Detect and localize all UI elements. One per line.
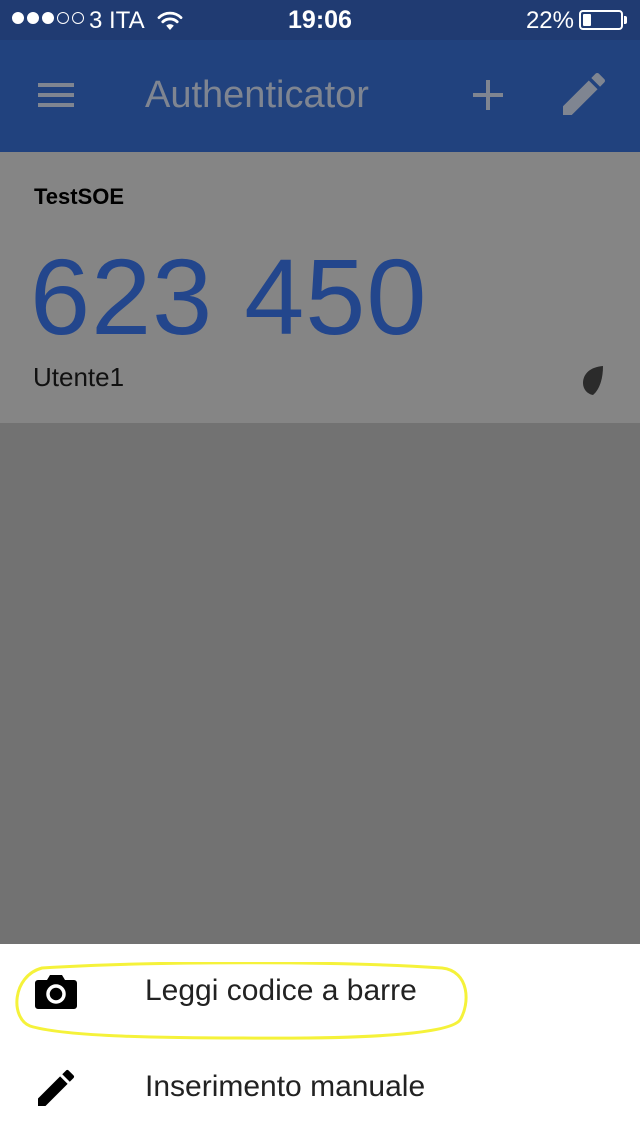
- battery-tip: [624, 16, 627, 24]
- manual-entry-label: Inserimento manuale: [145, 1070, 426, 1103]
- menu-icon: [38, 83, 74, 107]
- menu-button[interactable]: [28, 66, 84, 122]
- otp-code: 623 450: [30, 236, 428, 357]
- app-bar: Authenticator: [0, 40, 640, 152]
- add-icon: [473, 80, 503, 110]
- status-bar: 3 ITA 19:06 22%: [0, 0, 640, 40]
- account-card[interactable]: TestSOE 623 450 Utente1: [0, 152, 640, 423]
- battery-icon: [579, 10, 623, 30]
- edit-icon: [563, 72, 606, 115]
- add-account-button[interactable]: [460, 66, 516, 122]
- app-title: Authenticator: [145, 74, 369, 116]
- countdown-timer-icon: [582, 366, 604, 401]
- camera-icon: [32, 968, 80, 1016]
- scan-barcode-label: Leggi codice a barre: [145, 974, 417, 1007]
- account-issuer: TestSOE: [34, 184, 125, 209]
- pencil-icon: [32, 1064, 80, 1112]
- manual-entry-option[interactable]: Inserimento manuale: [0, 1040, 640, 1136]
- account-name: Utente1: [33, 362, 125, 392]
- battery-level-fill: [583, 14, 591, 26]
- add-account-sheet: Leggi codice a barre Inserimento manuale: [0, 944, 640, 1136]
- edit-button[interactable]: [556, 66, 612, 122]
- scan-barcode-option[interactable]: Leggi codice a barre: [0, 944, 640, 1040]
- battery-percentage: 22%: [525, 7, 574, 34]
